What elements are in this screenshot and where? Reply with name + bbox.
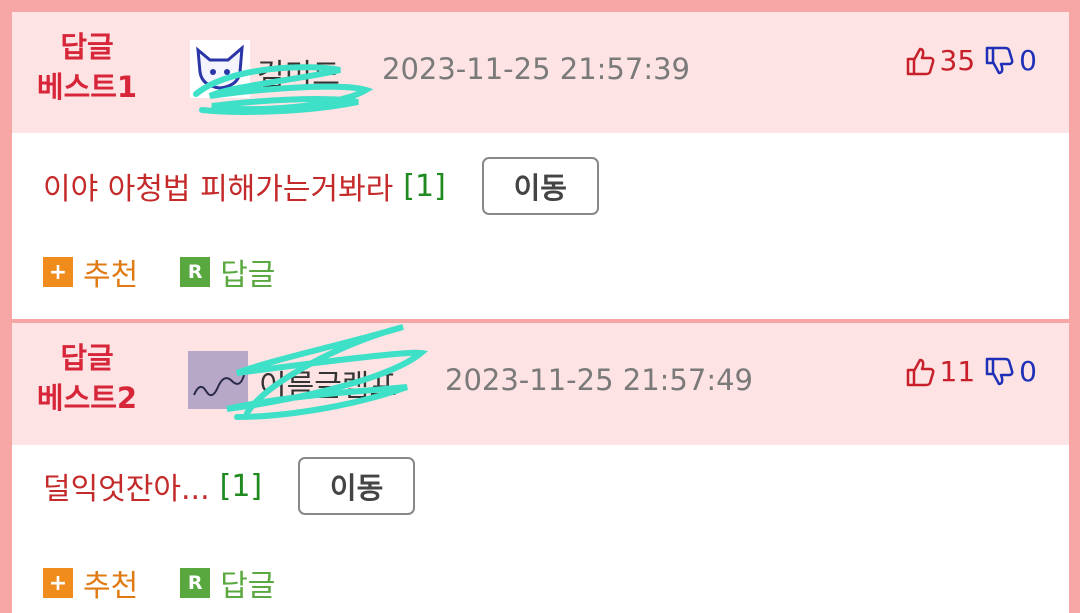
best-reply-card-2: 답글 베스트2 이름글램프 2023-11-25 21:57:49 11 0 덜… [12,323,1069,613]
post-title[interactable]: 덜익엇잔아... [43,464,210,508]
reply-label: 답글 [220,258,276,293]
post-header: 답글 베스트1 김미드 2023-11-25 21:57:39 35 0 [12,12,1069,133]
best-label-line1: 답글 [60,341,114,375]
thumbs-down-icon[interactable] [983,45,1015,77]
best-label-line2: 베스트1 [36,70,138,104]
upvote-count: 11 [939,355,976,388]
post-actions: + 추천 R 답글 [43,561,317,605]
reply-count: [1] [403,168,446,204]
thumbs-down-icon[interactable] [983,356,1015,388]
recommend-button[interactable]: + 추천 [43,250,138,294]
thumbs-up-icon[interactable] [904,356,936,388]
best-reply-label: 답글 베스트1 [12,27,162,107]
reply-label: 답글 [220,569,276,604]
downvote-count: 0 [1019,355,1037,388]
recommend-button[interactable]: + 추천 [43,561,138,605]
reply-r-icon: R [180,257,211,287]
reply-r-icon: R [180,568,211,598]
move-button[interactable]: 이동 [298,457,416,515]
post-title-row: 덜익엇잔아... [1] 이동 [43,457,416,515]
post-header: 답글 베스트2 이름글램프 2023-11-25 21:57:49 11 0 [12,323,1069,445]
upvote-count: 35 [939,44,976,77]
post-title-row: 이야 아청법 피해가는거봐라 [1] 이동 [43,157,599,215]
vote-counter: 11 0 [904,355,1037,388]
cat-avatar-icon[interactable] [190,40,250,98]
thumbs-up-icon[interactable] [904,45,936,77]
post-actions: + 추천 R 답글 [43,250,317,294]
reply-button[interactable]: R 답글 [180,561,275,605]
downvote-count: 0 [1019,44,1037,77]
reply-button[interactable]: R 답글 [180,250,275,294]
post-title[interactable]: 이야 아청법 피해가는거봐라 [43,164,393,208]
best-reply-card-1: 답글 베스트1 김미드 2023-11-25 21:57:39 35 0 이야 … [12,12,1069,319]
recommend-label: 추천 [83,569,139,604]
author-nickname[interactable]: 이름글램프 [259,361,397,405]
best-label-line1: 답글 [60,30,114,64]
author-nickname[interactable]: 김미드 [257,50,340,94]
post-date: 2023-11-25 21:57:49 [445,363,753,397]
best-reply-label: 답글 베스트2 [12,338,162,418]
plus-icon: + [43,568,73,598]
best-label-line2: 베스트2 [36,381,138,415]
vote-counter: 35 0 [904,44,1037,77]
move-button[interactable]: 이동 [481,157,599,215]
text-avatar-icon[interactable] [188,351,248,409]
plus-icon: + [43,257,73,287]
reply-count: [1] [219,468,263,504]
post-date: 2023-11-25 21:57:39 [382,52,690,86]
recommend-label: 추천 [83,258,139,293]
